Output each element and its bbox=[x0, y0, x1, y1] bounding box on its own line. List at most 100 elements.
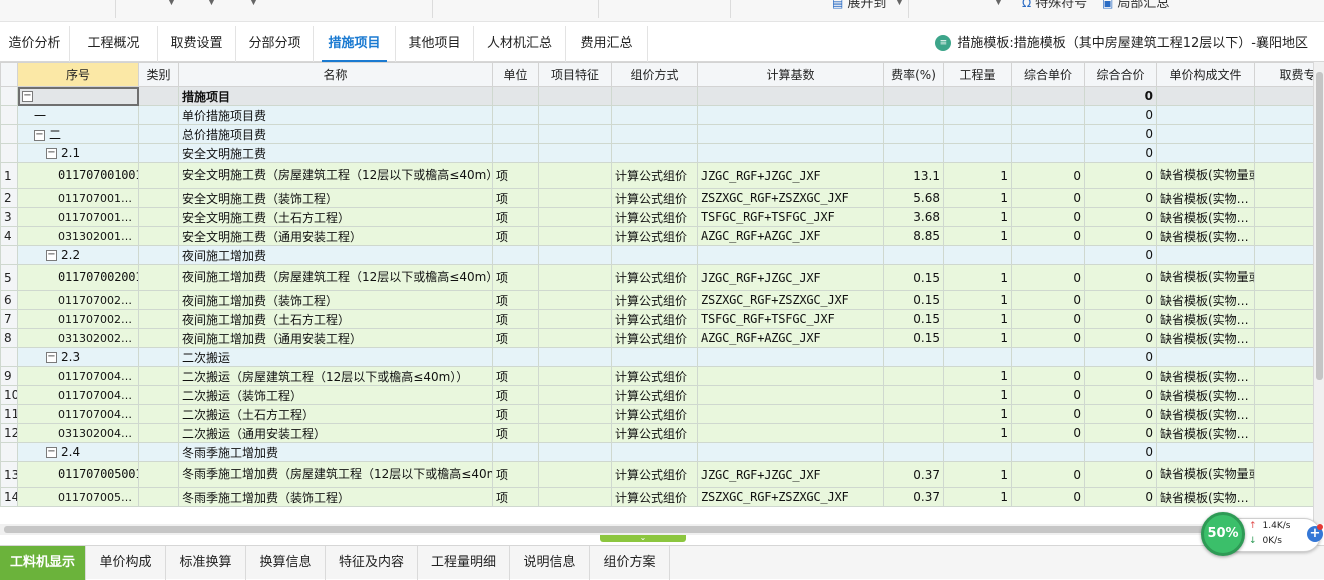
unit-price-cell[interactable]: 0 bbox=[1011, 162, 1085, 189]
pricing-method-cell[interactable]: 计算公式组价 bbox=[611, 385, 698, 405]
calc-base-cell[interactable]: ZSZXGC_RGF+ZSZXGC_JXF bbox=[697, 290, 884, 310]
unit-price-cell[interactable]: 0 bbox=[1011, 328, 1085, 348]
calc-base-cell[interactable]: JZGC_RGF+JZGC_JXF bbox=[697, 162, 884, 189]
quantity-cell[interactable] bbox=[943, 105, 1012, 125]
table-row[interactable]: 9 011707004… 二次搬运（房屋建筑工程（12层以下或檐高≤40m））项 计算… bbox=[0, 366, 1313, 386]
price-file-cell[interactable] bbox=[1156, 86, 1255, 106]
rate-cell[interactable]: 8.85 bbox=[883, 226, 944, 246]
features-cell[interactable] bbox=[538, 162, 612, 189]
pricing-method-cell[interactable] bbox=[611, 143, 698, 163]
name-cell[interactable]: 安全文明施工费（装饰工程） bbox=[178, 188, 493, 208]
pricing-method-cell[interactable]: 计算公式组价 bbox=[611, 207, 698, 227]
quantity-cell[interactable]: 1 bbox=[943, 461, 1012, 488]
unit-price-cell[interactable] bbox=[1011, 124, 1085, 144]
column-header-quantity[interactable]: 工程量 bbox=[943, 62, 1012, 87]
chevron-down-icon[interactable]: ▼ bbox=[896, 0, 903, 7]
name-cell[interactable]: 措施项目 bbox=[178, 86, 493, 106]
bottom-tab-quantity-detail[interactable]: 工程量明细 bbox=[418, 546, 510, 580]
partial-summary-button[interactable]: ▣ 局部汇总 bbox=[1102, 0, 1169, 11]
seq-cell[interactable]: 一 bbox=[17, 105, 139, 125]
calc-base-cell[interactable]: ZSZXGC_RGF+ZSZXGC_JXF bbox=[697, 487, 884, 507]
price-file-cell[interactable]: 缺省模板(实物量或计算公式组价) bbox=[1156, 162, 1255, 189]
table-row[interactable]: 一 单价措施项目费 0 bbox=[0, 105, 1313, 125]
name-cell[interactable]: 安全文明施工费（通用安装工程） bbox=[178, 226, 493, 246]
features-cell[interactable] bbox=[538, 245, 612, 265]
price-file-cell[interactable]: 缺省模板(实物… bbox=[1156, 290, 1255, 310]
fee-special-cell[interactable] bbox=[1254, 124, 1313, 144]
unit-cell[interactable]: 项 bbox=[492, 328, 539, 348]
pricing-method-cell[interactable] bbox=[611, 124, 698, 144]
seq-cell[interactable]: 011707005001 bbox=[17, 461, 139, 488]
unit-cell[interactable]: 项 bbox=[492, 226, 539, 246]
tab-labor-material-summary[interactable]: 人材机汇总 bbox=[474, 26, 566, 62]
seq-cell[interactable]: 031302002… bbox=[17, 328, 139, 348]
price-file-cell[interactable]: 缺省模板(实物… bbox=[1156, 226, 1255, 246]
features-cell[interactable] bbox=[538, 404, 612, 424]
calc-base-cell[interactable] bbox=[697, 404, 884, 424]
row-number-cell[interactable]: 2 bbox=[0, 188, 18, 208]
fee-special-cell[interactable] bbox=[1254, 86, 1313, 106]
column-header-total-price[interactable]: 综合合价 bbox=[1084, 62, 1157, 87]
pricing-method-cell[interactable]: 计算公式组价 bbox=[611, 309, 698, 329]
category-cell[interactable] bbox=[138, 423, 179, 443]
column-header-seq[interactable]: 序号 bbox=[17, 62, 139, 87]
price-file-cell[interactable]: 缺省模板(实物… bbox=[1156, 366, 1255, 386]
table-row[interactable]: 2 011707001… 安全文明施工费（装饰工程）项 计算公式组价 ZSZXGC_RG… bbox=[0, 188, 1313, 208]
row-number-cell[interactable] bbox=[0, 105, 18, 125]
quantity-cell[interactable]: 1 bbox=[943, 290, 1012, 310]
table-row[interactable]: 14 011707005… 冬雨季施工增加费（装饰工程）项 计算公式组价ZSZXGC_… bbox=[0, 487, 1313, 507]
quantity-cell[interactable]: 1 bbox=[943, 328, 1012, 348]
pricing-method-cell[interactable]: 计算公式组价 bbox=[611, 423, 698, 443]
rate-cell[interactable]: 3.68 bbox=[883, 207, 944, 227]
bottom-tab-material-display[interactable]: 工料机显示 bbox=[0, 546, 86, 580]
quantity-cell[interactable]: 1 bbox=[943, 404, 1012, 424]
total-price-cell[interactable]: 0 bbox=[1084, 442, 1157, 462]
fee-special-cell[interactable] bbox=[1254, 487, 1313, 507]
rate-cell[interactable] bbox=[883, 423, 944, 443]
table-row[interactable]: 5 011707002001 夜间施工增加费（房屋建筑工程（12层以下或檐高≤40m… bbox=[0, 264, 1313, 291]
name-cell[interactable]: 安全文明施工费（房屋建筑工程（12层以下或檐高≤40m）） bbox=[178, 162, 493, 189]
category-cell[interactable] bbox=[138, 162, 179, 189]
fee-special-cell[interactable] bbox=[1254, 442, 1313, 462]
calc-base-cell[interactable] bbox=[697, 423, 884, 443]
quantity-cell[interactable] bbox=[943, 124, 1012, 144]
calc-base-cell[interactable]: TSFGC_RGF+TSFGC_JXF bbox=[697, 207, 884, 227]
name-cell[interactable]: 冬雨季施工增加费（装饰工程） bbox=[178, 487, 493, 507]
row-number-cell[interactable] bbox=[0, 347, 18, 367]
bottom-tab-standard-conversion[interactable]: 标准换算 bbox=[166, 546, 246, 580]
quantity-cell[interactable]: 1 bbox=[943, 226, 1012, 246]
seq-cell[interactable]: 011707002… bbox=[17, 290, 139, 310]
pricing-method-cell[interactable]: 计算公式组价 bbox=[611, 188, 698, 208]
collapse-toggle-icon[interactable]: − bbox=[46, 447, 57, 458]
unit-price-cell[interactable]: 0 bbox=[1011, 264, 1085, 291]
pricing-method-cell[interactable] bbox=[611, 105, 698, 125]
row-number-cell[interactable] bbox=[0, 86, 18, 106]
seq-cell[interactable]: 011707001001 bbox=[17, 162, 139, 189]
fee-special-cell[interactable] bbox=[1254, 207, 1313, 227]
total-price-cell[interactable]: 0 bbox=[1084, 366, 1157, 386]
total-price-cell[interactable]: 0 bbox=[1084, 309, 1157, 329]
quantity-cell[interactable] bbox=[943, 86, 1012, 106]
row-number-cell[interactable]: 14 bbox=[0, 487, 18, 507]
unit-cell[interactable]: 项 bbox=[492, 404, 539, 424]
features-cell[interactable] bbox=[538, 207, 612, 227]
unit-price-cell[interactable] bbox=[1011, 245, 1085, 265]
seq-cell[interactable]: − 二 bbox=[17, 124, 139, 144]
row-number-cell[interactable]: 1 bbox=[0, 162, 18, 189]
pricing-method-cell[interactable] bbox=[611, 86, 698, 106]
unit-price-cell[interactable]: 0 bbox=[1011, 309, 1085, 329]
row-number-cell[interactable]: 5 bbox=[0, 264, 18, 291]
category-cell[interactable] bbox=[138, 188, 179, 208]
seq-cell[interactable]: −2.2 bbox=[17, 245, 139, 265]
calc-base-cell[interactable] bbox=[697, 124, 884, 144]
table-row[interactable]: −2.4 冬雨季施工增加费 0 bbox=[0, 442, 1313, 462]
total-price-cell[interactable]: 0 bbox=[1084, 207, 1157, 227]
tab-sub-items[interactable]: 分部分项 bbox=[236, 26, 314, 62]
row-number-cell[interactable] bbox=[0, 124, 18, 144]
total-price-cell[interactable]: 0 bbox=[1084, 404, 1157, 424]
unit-cell[interactable]: 项 bbox=[492, 385, 539, 405]
bottom-tab-pricing-scheme[interactable]: 组价方案 bbox=[590, 546, 670, 580]
features-cell[interactable] bbox=[538, 143, 612, 163]
column-header-features[interactable]: 项目特征 bbox=[538, 62, 612, 87]
bottom-tab-unit-price-composition[interactable]: 单价构成 bbox=[86, 546, 166, 580]
